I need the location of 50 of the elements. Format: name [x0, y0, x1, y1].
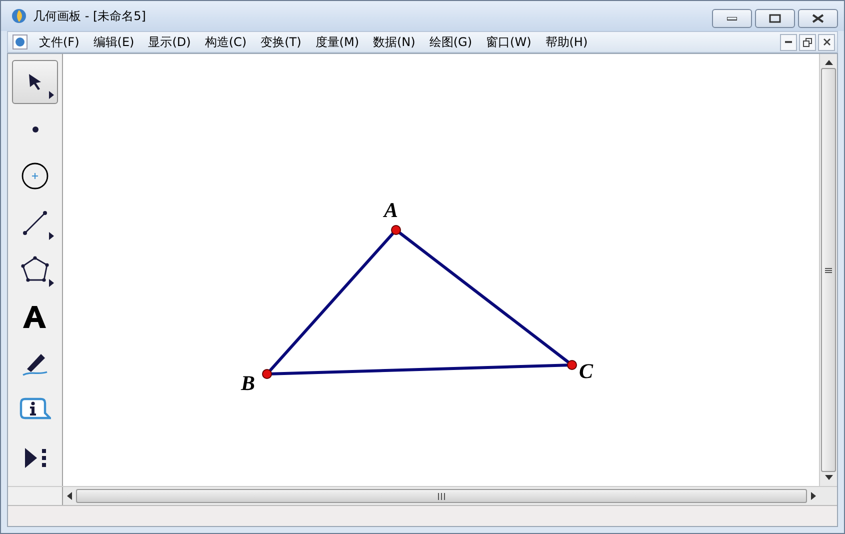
scroll-right-icon [811, 492, 816, 500]
close-button[interactable] [818, 34, 835, 50]
close-button[interactable] [798, 9, 838, 28]
menu-item[interactable]: 显示(D) [141, 34, 198, 50]
minimize-icon [727, 16, 737, 20]
maximize-icon [769, 14, 781, 23]
submenu-arrow-icon [49, 91, 54, 99]
minimize-button[interactable] [780, 34, 797, 50]
menu-item[interactable]: 窗口(W) [479, 34, 538, 50]
point-marker [391, 225, 401, 235]
minimize-button[interactable] [712, 9, 752, 28]
play-dots-icon [22, 446, 48, 470]
scroll-left-icon [67, 492, 72, 500]
segment-icon [22, 210, 48, 236]
scroll-down-icon [824, 475, 832, 480]
point-marker [567, 360, 577, 370]
restore-icon [803, 38, 812, 46]
point-label: C [579, 359, 594, 383]
app-logo-icon [11, 8, 27, 24]
submenu-arrow-icon [49, 279, 54, 287]
menu-item[interactable]: 度量(M) [308, 34, 366, 50]
letter-a-icon [22, 305, 48, 329]
submenu-arrow-icon [49, 232, 54, 240]
menu-item[interactable]: 文件(F) [32, 34, 86, 50]
polygon-icon [21, 256, 49, 284]
marker-pen-icon [21, 351, 49, 377]
scroll-up-icon [824, 60, 832, 65]
point-label: B [241, 371, 256, 395]
menu-item[interactable]: 变换(T) [254, 34, 308, 50]
point-label: A [384, 198, 398, 222]
arrow-pointer-icon [27, 73, 43, 91]
compass-circle-icon [21, 162, 49, 190]
point-icon [32, 126, 38, 132]
vertical-scrollbar[interactable] [819, 54, 837, 486]
menu-item[interactable]: 绘图(G) [422, 34, 480, 50]
scroll-thumb[interactable] [76, 489, 807, 503]
menu-item[interactable]: 数据(N) [366, 34, 422, 50]
restore-button[interactable] [799, 34, 816, 50]
document-icon [12, 34, 28, 50]
menu-item[interactable]: 编辑(E) [86, 34, 142, 50]
maximize-button[interactable] [755, 9, 795, 28]
menu-item[interactable]: 帮助(H) [538, 34, 595, 50]
window-title: 几何画板 - [未命名5] [33, 8, 147, 24]
tool-button[interactable] [12, 60, 58, 104]
minimize-icon [785, 40, 792, 44]
close-icon [822, 38, 830, 46]
menu-item[interactable]: 构造(C) [198, 34, 254, 50]
scroll-thumb[interactable] [821, 68, 836, 472]
close-icon [812, 14, 824, 23]
point-marker [262, 369, 272, 379]
